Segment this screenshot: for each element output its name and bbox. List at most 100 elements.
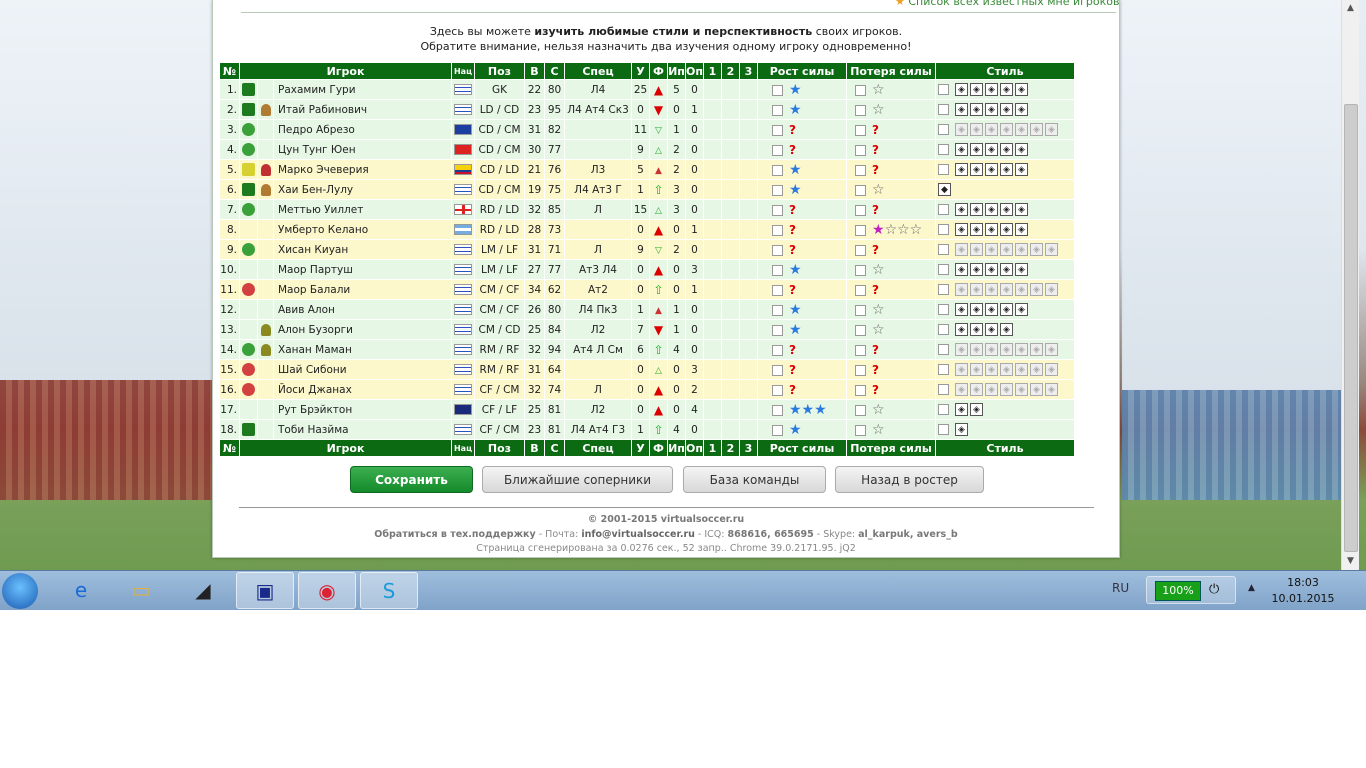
- player-name-link[interactable]: Ханан Маман: [273, 339, 452, 360]
- style-pizza-icon: ◈: [1015, 83, 1028, 96]
- style-checkbox[interactable]: [938, 304, 949, 315]
- save-app-icon[interactable]: ▣: [236, 572, 294, 609]
- clock[interactable]: 18:03 10.01.2015: [1266, 575, 1340, 607]
- growth-checkbox[interactable]: [772, 345, 783, 356]
- player-name-link[interactable]: Рахамим Гури: [273, 79, 452, 100]
- style-checkbox[interactable]: [938, 424, 949, 435]
- growth-checkbox[interactable]: [772, 205, 783, 216]
- loss-checkbox[interactable]: [855, 265, 866, 276]
- loss-checkbox[interactable]: [855, 125, 866, 136]
- player-name-link[interactable]: Хисан Киуан: [273, 239, 452, 260]
- style-checkbox[interactable]: [938, 84, 949, 95]
- loss-checkbox[interactable]: [855, 85, 866, 96]
- file-explorer-icon[interactable]: ▭: [112, 572, 170, 609]
- player-name-link[interactable]: Авив Алон: [273, 299, 452, 320]
- loss-checkbox[interactable]: [855, 305, 866, 316]
- style-checkbox[interactable]: [938, 124, 949, 135]
- skype-icon[interactable]: S: [360, 572, 418, 609]
- loss-checkbox[interactable]: [855, 405, 866, 416]
- nearest-rivals-button[interactable]: Ближайшие соперники: [482, 466, 673, 493]
- style-pizza-icon: ◈: [1015, 363, 1028, 376]
- style-checkbox[interactable]: [938, 204, 949, 215]
- style-flag-icon[interactable]: ◆: [938, 183, 951, 196]
- growth-checkbox[interactable]: [772, 105, 783, 116]
- style-checkbox[interactable]: [938, 224, 949, 235]
- growth-checkbox[interactable]: [772, 385, 783, 396]
- loss-checkbox[interactable]: [855, 225, 866, 236]
- growth-checkbox[interactable]: [772, 245, 783, 256]
- page-scrollbar[interactable]: ▲ ▼: [1341, 0, 1359, 570]
- loss-checkbox[interactable]: [855, 365, 866, 376]
- loss-checkbox[interactable]: [855, 245, 866, 256]
- laptop-app-icon[interactable]: ◢: [174, 572, 232, 609]
- growth-checkbox[interactable]: [772, 305, 783, 316]
- growth-checkbox[interactable]: [772, 145, 783, 156]
- strength: 95: [544, 99, 565, 120]
- growth-checkbox[interactable]: [772, 125, 783, 136]
- scroll-up-icon[interactable]: ▲: [1342, 0, 1359, 17]
- player-name-link[interactable]: Маор Партуш: [273, 259, 452, 280]
- growth-checkbox[interactable]: [772, 225, 783, 236]
- player-name-link[interactable]: Тоби Назйма: [273, 419, 452, 440]
- support-link[interactable]: Обратиться в тех.поддержку: [374, 529, 535, 540]
- loss-checkbox[interactable]: [855, 165, 866, 176]
- growth-checkbox[interactable]: [772, 285, 783, 296]
- known-players-link[interactable]: ★ Список всех известных мне игроков: [895, 0, 1119, 8]
- style-checkbox[interactable]: [938, 264, 949, 275]
- player-name-link[interactable]: Йоси Джанах: [273, 379, 452, 400]
- row-number: 5.: [219, 159, 240, 180]
- loss-checkbox[interactable]: [855, 145, 866, 156]
- style-checkbox[interactable]: [938, 164, 949, 175]
- loss-checkbox[interactable]: [855, 425, 866, 436]
- experience: 0: [685, 419, 704, 440]
- save-button[interactable]: Сохранить: [350, 466, 473, 493]
- loss-checkbox[interactable]: [855, 185, 866, 196]
- style-checkbox[interactable]: [938, 384, 949, 395]
- chrome-icon[interactable]: ◉: [298, 572, 356, 609]
- player-name-link[interactable]: Маор Балали: [273, 279, 452, 300]
- back-to-roster-button[interactable]: Назад в ростер: [835, 466, 984, 493]
- growth-checkbox[interactable]: [772, 265, 783, 276]
- style-checkbox[interactable]: [938, 244, 949, 255]
- player-name-link[interactable]: Цун Тунг Юен: [273, 139, 452, 160]
- loss-checkbox[interactable]: [855, 285, 866, 296]
- style-checkbox[interactable]: [938, 404, 949, 415]
- email-link[interactable]: info@virtualsoccer.ru: [581, 529, 695, 540]
- growth-checkbox[interactable]: [772, 325, 783, 336]
- player-name-link[interactable]: Умберто Келано: [273, 219, 452, 240]
- growth-checkbox[interactable]: [772, 425, 783, 436]
- loss-checkbox[interactable]: [855, 205, 866, 216]
- start-button-icon[interactable]: [2, 573, 38, 609]
- scroll-thumb[interactable]: [1344, 104, 1358, 552]
- team-base-button[interactable]: База команды: [683, 466, 826, 493]
- player-name-link[interactable]: Меттью Уиллет: [273, 199, 452, 220]
- player-name-link[interactable]: Алон Бузорги: [273, 319, 452, 340]
- loss-checkbox[interactable]: [855, 325, 866, 336]
- growth-checkbox[interactable]: [772, 165, 783, 176]
- style-checkbox[interactable]: [938, 364, 949, 375]
- style-checkbox[interactable]: [938, 344, 949, 355]
- player-name-link[interactable]: Марко Эчеверия: [273, 159, 452, 180]
- language-indicator[interactable]: RU: [1112, 581, 1129, 595]
- player-name-link[interactable]: Хаи Бен-Лулу: [273, 179, 452, 200]
- loss-checkbox[interactable]: [855, 345, 866, 356]
- growth-checkbox[interactable]: [772, 85, 783, 96]
- tray-expand-icon[interactable]: ▲: [1248, 583, 1255, 593]
- loss-checkbox[interactable]: [855, 385, 866, 396]
- style-checkbox[interactable]: [938, 324, 949, 335]
- internet-explorer-icon[interactable]: e: [52, 572, 110, 609]
- player-name-link[interactable]: Рут Брэйктон: [273, 399, 452, 420]
- style-checkbox[interactable]: [938, 144, 949, 155]
- growth-checkbox[interactable]: [772, 185, 783, 196]
- player-name-link[interactable]: Шай Сибони: [273, 359, 452, 380]
- style-checkbox[interactable]: [938, 104, 949, 115]
- player-name-link[interactable]: Педро Абрезо: [273, 119, 452, 140]
- loss-checkbox[interactable]: [855, 105, 866, 116]
- player-name-link[interactable]: Итай Рабинович: [273, 99, 452, 120]
- scroll-down-icon[interactable]: ▼: [1342, 553, 1359, 570]
- style-checkbox[interactable]: [938, 284, 949, 295]
- battery-indicator[interactable]: 100% ⏻: [1146, 576, 1236, 604]
- growth-checkbox[interactable]: [772, 365, 783, 376]
- growth-checkbox[interactable]: [772, 405, 783, 416]
- age: 27: [524, 259, 545, 280]
